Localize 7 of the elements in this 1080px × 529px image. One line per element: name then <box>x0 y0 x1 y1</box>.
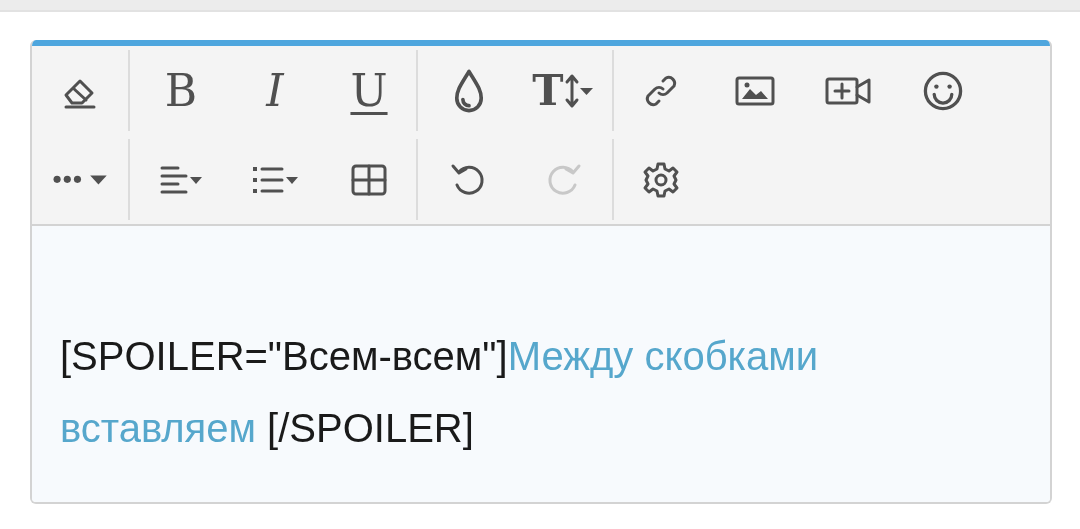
underline-button[interactable]: U <box>322 58 416 123</box>
text-area[interactable]: [SPOILER="Всем-всем"]Между скобками вставляем [/SPOILER] <box>32 226 1050 502</box>
font-size-button[interactable]: T <box>516 58 610 123</box>
editor-text: [SPOILER="Всем-всем"]Между скобками вставляем [/SPOILER] <box>60 333 820 452</box>
italic-button[interactable]: I <box>228 58 322 123</box>
droplet-icon <box>453 68 485 113</box>
bold-button[interactable]: B <box>134 58 228 123</box>
